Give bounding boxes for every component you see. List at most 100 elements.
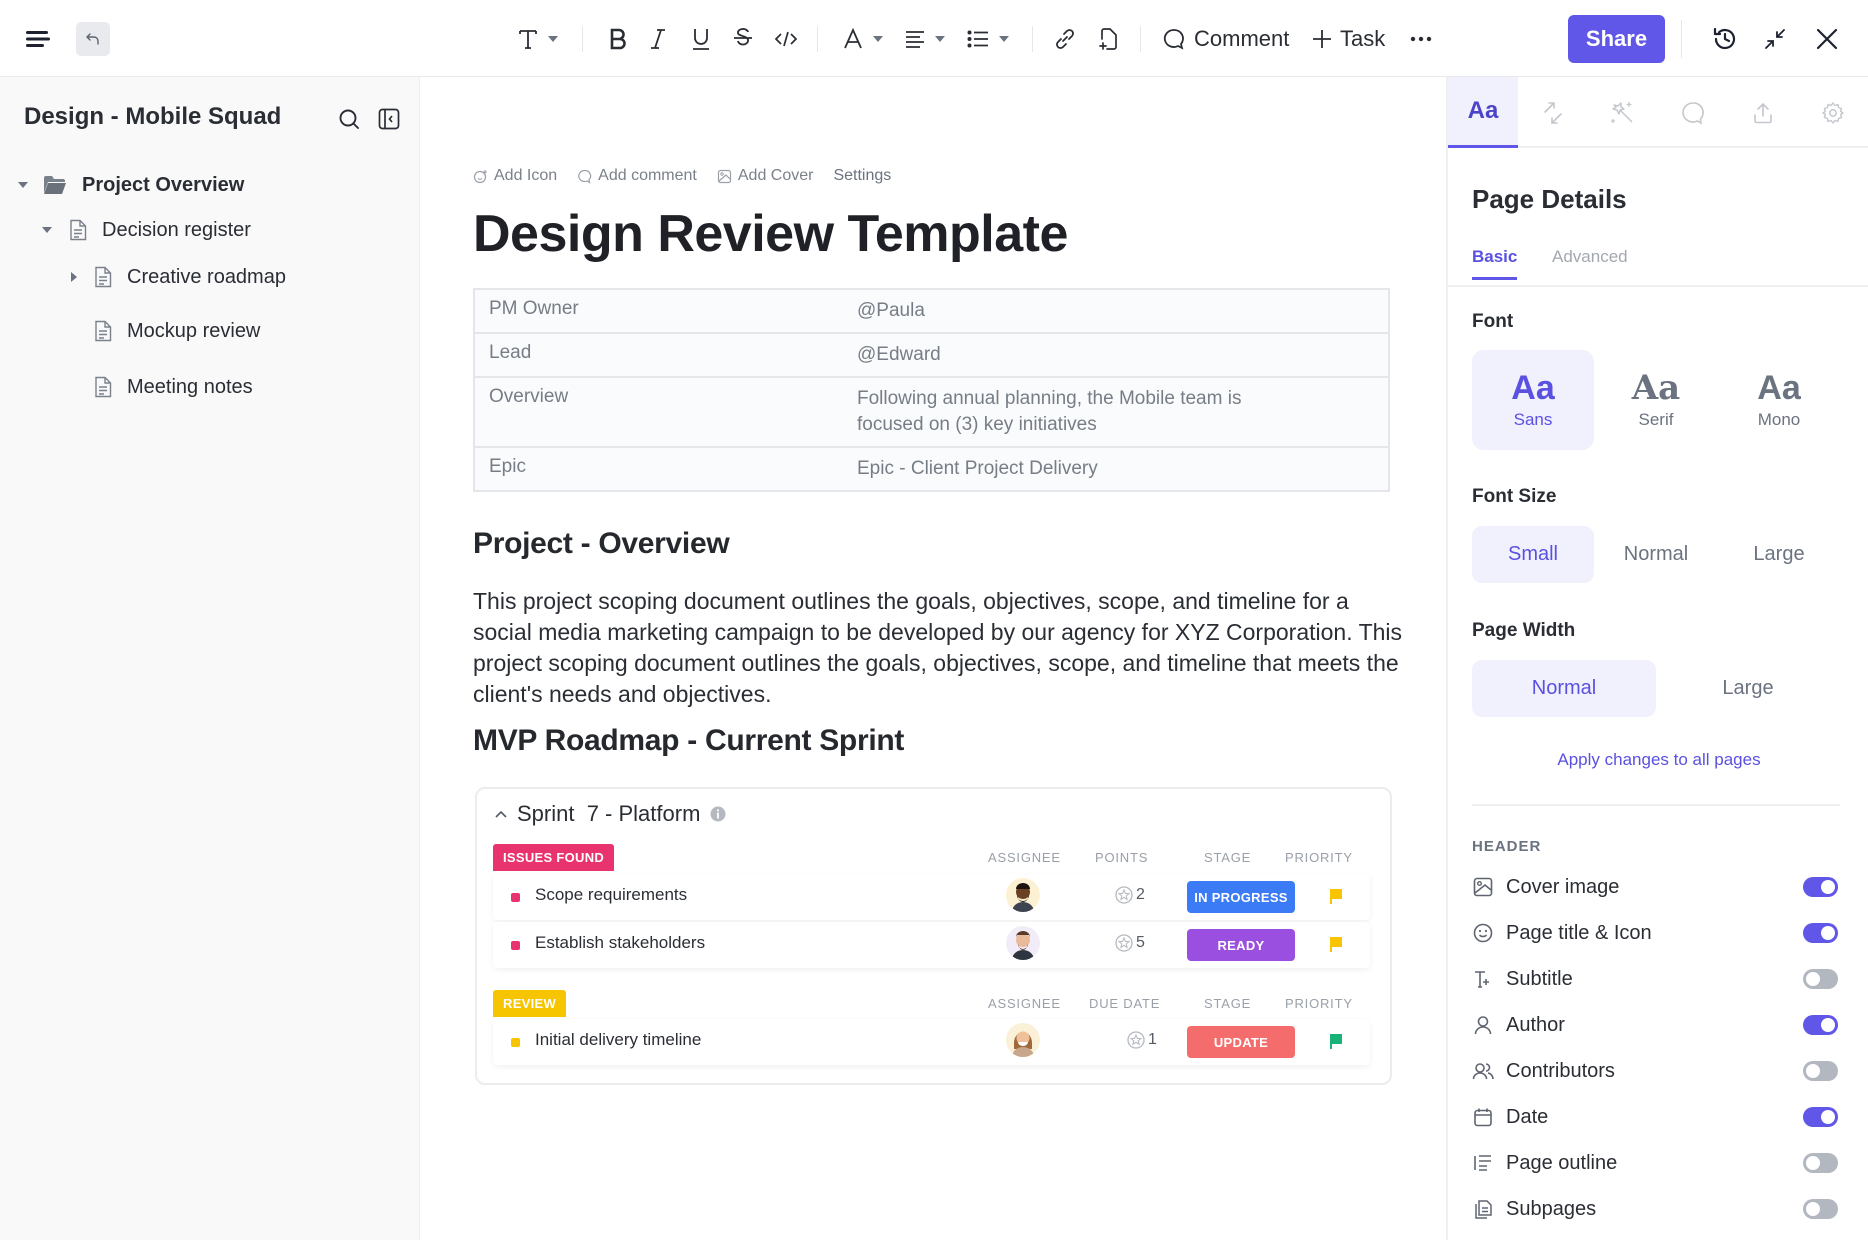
contributors-toggle[interactable] [1803,1061,1838,1081]
add-comment-button[interactable]: Add comment [577,167,697,185]
toggle-row-contributors: Contributors [1472,1056,1838,1086]
property-value[interactable]: @Edward [857,334,1388,376]
page-title-icon-toggle[interactable] [1803,923,1838,943]
group-tag-review[interactable]: REVIEW [493,990,567,1017]
tab-ai[interactable] [1588,77,1658,148]
text-style-button[interactable] [512,24,564,54]
italic-button[interactable] [644,24,672,54]
cover-image-toggle[interactable] [1803,877,1838,897]
priority-flag-icon[interactable] [1329,936,1343,957]
author-toggle[interactable] [1803,1015,1838,1035]
tree-item-creative-roadmap[interactable]: Creative roadmap [71,259,286,295]
font-preview: Aa [1757,369,1801,407]
tab-typography[interactable]: Aa [1448,77,1518,148]
tab-export[interactable] [1728,77,1798,148]
link-button[interactable] [1050,24,1080,54]
task-points: 2 [1115,886,1145,904]
close-button[interactable] [1810,22,1844,56]
share-button[interactable]: Share [1568,15,1665,63]
table-row: PM Owner @Paula [475,290,1388,334]
subtab-basic[interactable]: Basic [1472,247,1518,280]
task-row[interactable]: Scope requirements 2 IN PROGRESS [493,874,1370,920]
tree-item-label: Decision register [102,218,251,241]
task-name[interactable]: Scope requirements [535,885,687,905]
page-outline-toggle[interactable] [1803,1153,1838,1173]
undo-icon [86,33,99,45]
list-button[interactable] [962,24,1014,54]
align-button[interactable] [900,24,950,54]
avatar[interactable] [1006,878,1040,912]
caret-down-icon[interactable] [18,182,28,188]
comment-label: Comment [1194,26,1290,51]
embed-page-button[interactable] [1093,24,1123,54]
sprint-header[interactable]: Sprint 7 - Platform [495,801,726,827]
tree-item-meeting-notes[interactable]: Meeting notes [91,369,253,405]
sidebar-search-button[interactable] [336,106,362,132]
property-value[interactable]: @Paula [857,290,1388,332]
caret-right-icon[interactable] [71,272,77,282]
column-header: PRIORITY [1285,996,1353,1011]
stage-badge[interactable]: IN PROGRESS [1187,881,1295,913]
priority-flag-icon[interactable] [1329,888,1343,909]
chevron-up-icon[interactable] [495,810,507,818]
font-preview: Aa [1511,369,1555,407]
menu-button[interactable] [24,26,52,52]
column-header: DUE DATE [1089,996,1161,1011]
font-name: Sans [1513,410,1553,429]
avatar[interactable] [1006,1023,1040,1057]
subtitle-toggle[interactable] [1803,969,1838,989]
tab-comments[interactable] [1658,77,1728,148]
priority-flag-icon[interactable] [1329,1033,1343,1054]
more-button[interactable] [1406,24,1436,54]
add-cover-button[interactable]: Add Cover [717,167,813,185]
tree-item-decision-register[interactable]: Decision register [42,212,251,248]
font-option-serif[interactable]: Aa Serif [1595,350,1717,450]
caret-down-icon[interactable] [42,227,52,233]
page-settings-button[interactable]: Settings [833,167,891,185]
tab-settings[interactable] [1798,77,1868,148]
font-option-mono[interactable]: Aa Mono [1718,350,1840,450]
property-key: PM Owner [489,298,579,319]
font-option-sans[interactable]: Aa Sans [1472,350,1594,450]
group-tag-issues-found[interactable]: ISSUES FOUND [493,844,615,871]
stage-badge[interactable]: UPDATE [1187,1026,1295,1058]
points-value: 2 [1136,886,1145,903]
add-icon-button[interactable]: Add Icon [473,167,557,185]
collapse-button[interactable] [1758,22,1792,56]
page-title[interactable]: Design Review Template [473,204,1068,264]
task-name[interactable]: Establish stakeholders [535,933,705,953]
font-name: Serif [1638,410,1674,429]
task-row[interactable]: Establish stakeholders 5 READY [493,922,1370,968]
font-size-normal[interactable]: Normal [1595,526,1717,583]
history-button[interactable] [1708,22,1742,56]
tree-item-mockup-review[interactable]: Mockup review [91,313,260,349]
date-toggle[interactable] [1803,1107,1838,1127]
page-width-large[interactable]: Large [1656,660,1840,717]
column-header: ASSIGNEE [988,996,1061,1011]
property-value[interactable]: Following annual planning, the Mobile te… [857,378,1388,446]
apply-to-all-pages-link[interactable]: Apply changes to all pages [1448,750,1868,770]
export-icon [1754,102,1772,123]
comment-button[interactable]: Comment [1162,22,1289,56]
text-color-button[interactable] [838,24,888,54]
tab-relations[interactable] [1518,77,1588,148]
undo-button[interactable] [76,22,110,56]
bold-button[interactable] [604,24,632,54]
stage-badge[interactable]: READY [1187,929,1295,961]
subpages-toggle[interactable] [1803,1199,1838,1219]
info-icon[interactable] [710,806,726,822]
font-size-small[interactable]: Small [1472,526,1594,583]
strikethrough-button[interactable] [729,24,757,54]
tree-item-project-overview[interactable]: Project Overview [18,167,244,203]
collapse-sidebar-button[interactable] [376,106,402,132]
underline-button[interactable] [687,24,715,54]
page-width-normal[interactable]: Normal [1472,660,1656,717]
subtab-advanced[interactable]: Advanced [1552,247,1628,277]
task-name[interactable]: Initial delivery timeline [535,1030,701,1050]
code-button[interactable] [771,24,801,54]
add-task-button[interactable]: Task [1312,22,1385,56]
avatar[interactable] [1006,926,1040,960]
task-row[interactable]: Initial delivery timeline 1 UPDATE [493,1019,1370,1065]
font-size-large[interactable]: Large [1718,526,1840,583]
property-value[interactable]: Epic - Client Project Delivery [857,448,1388,490]
